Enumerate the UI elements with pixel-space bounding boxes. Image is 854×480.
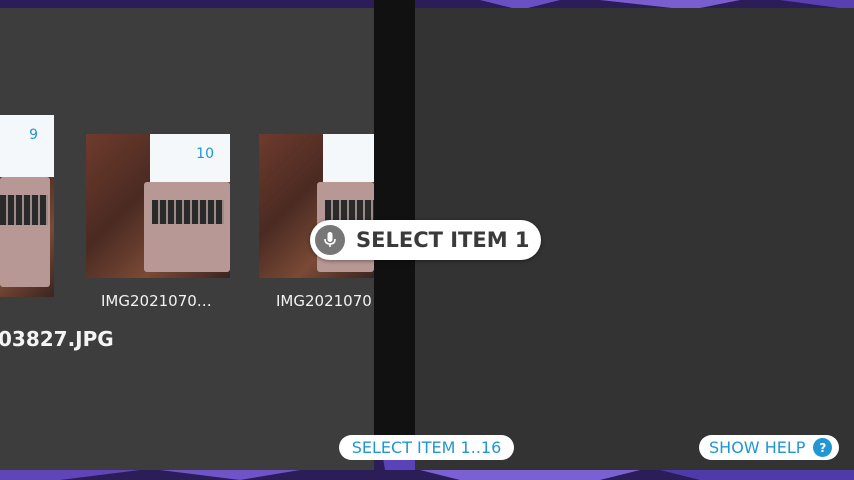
- voice-command-indicator: SELECT ITEM 1: [310, 220, 541, 260]
- microphone-icon: [315, 225, 345, 255]
- selected-file-name: 03827.JPG: [0, 327, 114, 351]
- item-number: 10: [196, 146, 214, 162]
- gallery-thumbnail-10[interactable]: 10: [86, 134, 230, 278]
- help-icon: ?: [813, 438, 833, 457]
- voice-command-text: SELECT ITEM 1: [356, 228, 530, 252]
- gallery-thumbnail-9[interactable]: 9: [0, 115, 54, 297]
- show-help-label: SHOW HELP: [709, 438, 806, 457]
- thumbnail-caption: IMG2021070: [276, 292, 372, 310]
- select-item-range-label: SELECT ITEM 1..16: [351, 438, 502, 457]
- show-help-button[interactable]: SHOW HELP ?: [699, 435, 839, 460]
- thumbnail-caption: IMG2021070…: [101, 292, 212, 310]
- select-item-range-button[interactable]: SELECT ITEM 1..16: [339, 435, 514, 460]
- item-number: 9: [29, 127, 38, 143]
